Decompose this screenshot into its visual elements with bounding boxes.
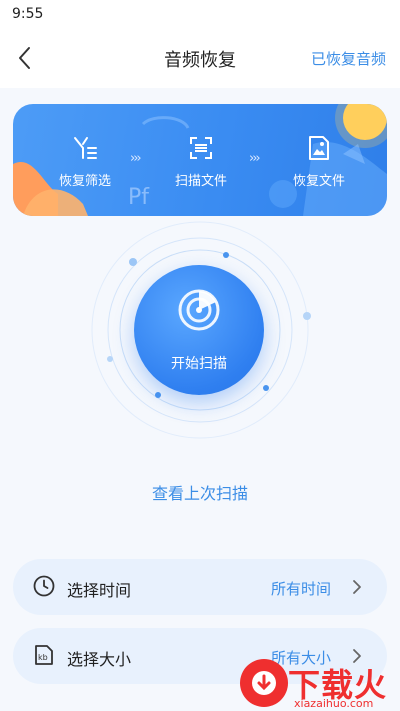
start-scan-label: 开始扫描	[171, 356, 227, 372]
recovered-audio-button[interactable]: 已恢复音频	[311, 48, 386, 69]
view-last-scan-link[interactable]: 查看上次扫描	[0, 480, 400, 504]
nav-bar: 音频恢复 已恢复音频	[0, 28, 400, 88]
step-label: 扫描文件	[174, 174, 227, 189]
radar-icon	[178, 289, 220, 331]
status-time: 9:55	[12, 6, 44, 22]
step-scan: 扫描文件	[161, 134, 241, 189]
back-button[interactable]	[12, 44, 40, 72]
chevron-right-icon	[353, 580, 361, 594]
select-time-value: 所有时间	[270, 580, 331, 598]
select-time-label: 选择时间	[67, 581, 132, 600]
select-time-row[interactable]: 选择时间 所有时间	[13, 559, 387, 615]
step-arrows: ›››	[130, 151, 142, 166]
step-filter: 恢复筛选	[45, 134, 125, 189]
step-restore: 恢复文件	[279, 134, 359, 189]
kb-icon: kb	[35, 645, 53, 665]
svg-text:kb: kb	[38, 653, 48, 662]
status-bar: 9:55	[0, 0, 400, 28]
start-scan-button[interactable]: 开始扫描	[134, 265, 264, 395]
step-label: 恢复文件	[292, 174, 345, 189]
process-banner: Pf 恢复筛选 ››› 扫描文件 ››› 恢复文件	[13, 104, 387, 216]
clock-icon	[33, 575, 55, 597]
step-arrows: ›››	[249, 151, 261, 166]
scan-frame-icon	[190, 137, 212, 159]
chevron-left-icon	[19, 47, 30, 69]
select-size-label: 选择大小	[67, 650, 132, 669]
svg-text:Pf: Pf	[128, 185, 150, 210]
step-label: 恢复筛选	[58, 174, 111, 189]
image-file-icon	[309, 136, 329, 160]
filter-icon	[74, 137, 97, 159]
watermark-site: xiazaihuo.com	[294, 697, 374, 710]
